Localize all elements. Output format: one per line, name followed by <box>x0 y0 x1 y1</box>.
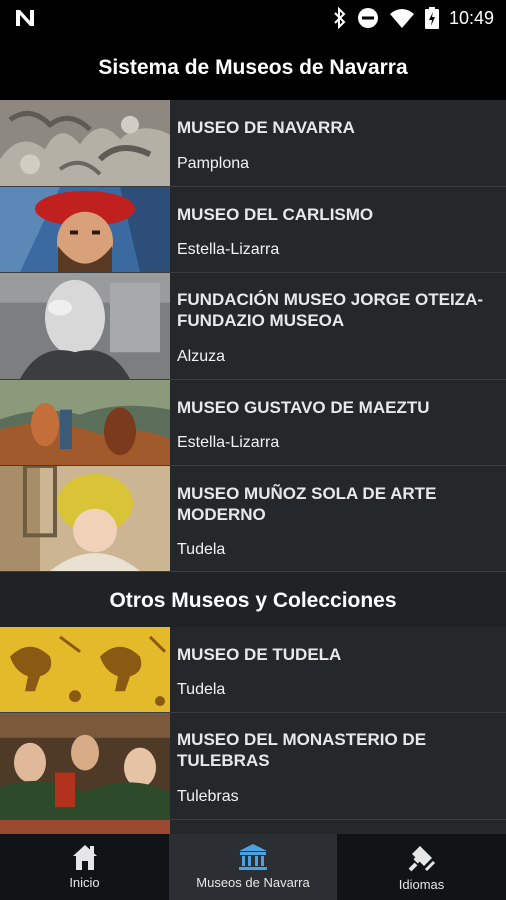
do-not-disturb-icon <box>357 8 378 28</box>
battery-icon <box>424 7 439 29</box>
bluetooth-icon <box>334 7 346 29</box>
museum-thumbnail <box>0 273 170 379</box>
notification-n-icon <box>16 10 34 26</box>
language-icon <box>408 846 435 872</box>
museum-name: MUSEO DEL MONASTERIO DE TULEBRAS <box>177 730 427 770</box>
museum-name: MUSEO DE NAVARRA <box>177 118 355 137</box>
home-icon <box>72 845 97 870</box>
museum-thumbnail <box>0 187 170 272</box>
museum-name: MUSEO DEL CARLISMO <box>177 205 374 224</box>
museum-thumbnail <box>0 380 170 465</box>
museum-thumbnail <box>0 627 170 712</box>
nav-label: Idiomas <box>398 877 445 892</box>
list-item[interactable]: MUSEO DE NAVARRA Pamplona <box>0 100 506 187</box>
status-bar: 10:49 <box>0 0 506 36</box>
museum-icon <box>239 844 267 870</box>
museum-location: Alzuza <box>177 348 226 365</box>
museum-location: Pamplona <box>177 155 250 172</box>
museum-location: Tudela <box>177 541 226 558</box>
list-item[interactable]: FUNDACIÓN MUSEO JORGE OTEIZA-FUNDAZIO MU… <box>0 273 506 380</box>
museum-location: Estella-Lizarra <box>177 434 280 451</box>
list-item[interactable]: MUSEO DEL CARLISMO Estella-Lizarra <box>0 187 506 273</box>
museum-name: FUNDACIÓN MUSEO JORGE OTEIZA-FUNDAZIO MU… <box>177 290 484 330</box>
museum-location: Estella-Lizarra <box>177 241 280 258</box>
nav-label: Inicio <box>69 875 100 890</box>
nav-museos-de-navarra[interactable]: Museos de Navarra <box>169 834 337 900</box>
list-item[interactable] <box>0 820 506 834</box>
museum-list[interactable]: MUSEO DE NAVARRA Pamplona MUSEO DEL CARL… <box>0 100 506 834</box>
museum-thumbnail <box>0 713 170 819</box>
museum-thumbnail <box>0 466 170 571</box>
section-title: Otros Museos y Colecciones <box>0 572 506 630</box>
page-title: Sistema de Museos de Navarra <box>98 56 408 79</box>
wifi-icon <box>389 9 414 28</box>
museum-thumbnail <box>0 100 170 186</box>
museum-name: MUSEO MUÑOZ SOLA DE ARTE MODERNO <box>177 484 437 524</box>
museum-location: Tudela <box>177 681 226 698</box>
list-item[interactable]: MUSEO MUÑOZ SOLA DE ARTE MODERNO Tudela <box>0 466 506 572</box>
list-item[interactable]: MUSEO DEL MONASTERIO DE TULEBRAS Tulebra… <box>0 713 506 820</box>
nav-inicio[interactable]: Inicio <box>0 834 169 900</box>
museum-name: MUSEO GUSTAVO DE MAEZTU <box>177 398 430 417</box>
museum-location: Tulebras <box>177 788 239 805</box>
status-time: 10:49 <box>448 7 494 28</box>
nav-label: Museos de Navarra <box>196 875 310 890</box>
museum-thumbnail <box>0 820 170 834</box>
museum-name: MUSEO DE TUDELA <box>177 645 342 664</box>
bottom-navigation: Inicio Museos de Navarra Idiomas <box>0 834 506 900</box>
list-item[interactable]: MUSEO DE TUDELA Tudela <box>0 627 506 713</box>
list-item[interactable]: MUSEO GUSTAVO DE MAEZTU Estella-Lizarra <box>0 380 506 466</box>
app-bar: Sistema de Museos de Navarra <box>0 36 506 100</box>
nav-idiomas[interactable]: Idiomas <box>337 834 506 900</box>
